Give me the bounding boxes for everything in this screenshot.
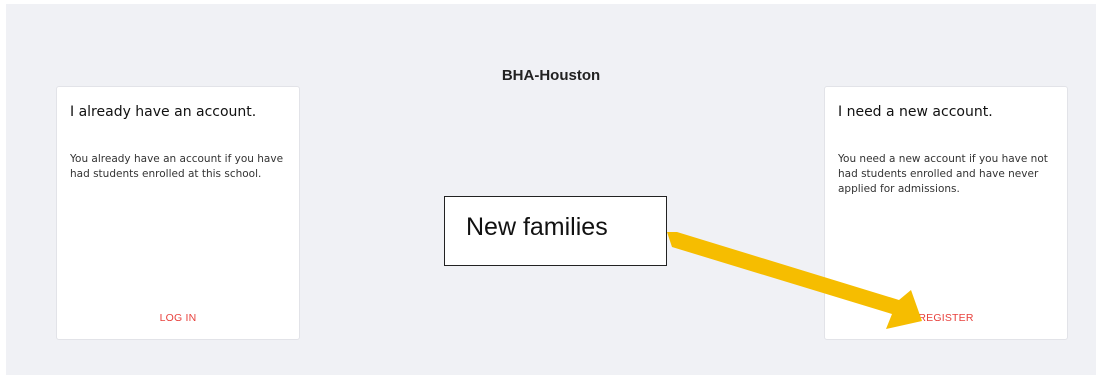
new-account-heading: I need a new account. [838,104,993,120]
existing-account-card: I already have an account. You already h… [56,86,300,340]
school-title: BHA-Houston [501,67,601,84]
register-button[interactable]: REGISTER [825,312,1067,324]
existing-account-heading: I already have an account. [70,104,257,120]
log-in-button[interactable]: LOG IN [57,312,299,324]
callout-text: New families [466,213,608,241]
login-page: BHA-Houston I already have an account. Y… [6,4,1096,375]
new-account-card: I need a new account. You need a new acc… [824,86,1068,340]
existing-account-description: You already have an account if you have … [70,153,284,180]
new-account-description: You need a new account if you have not h… [838,153,1048,195]
new-families-callout: New families [444,196,667,266]
